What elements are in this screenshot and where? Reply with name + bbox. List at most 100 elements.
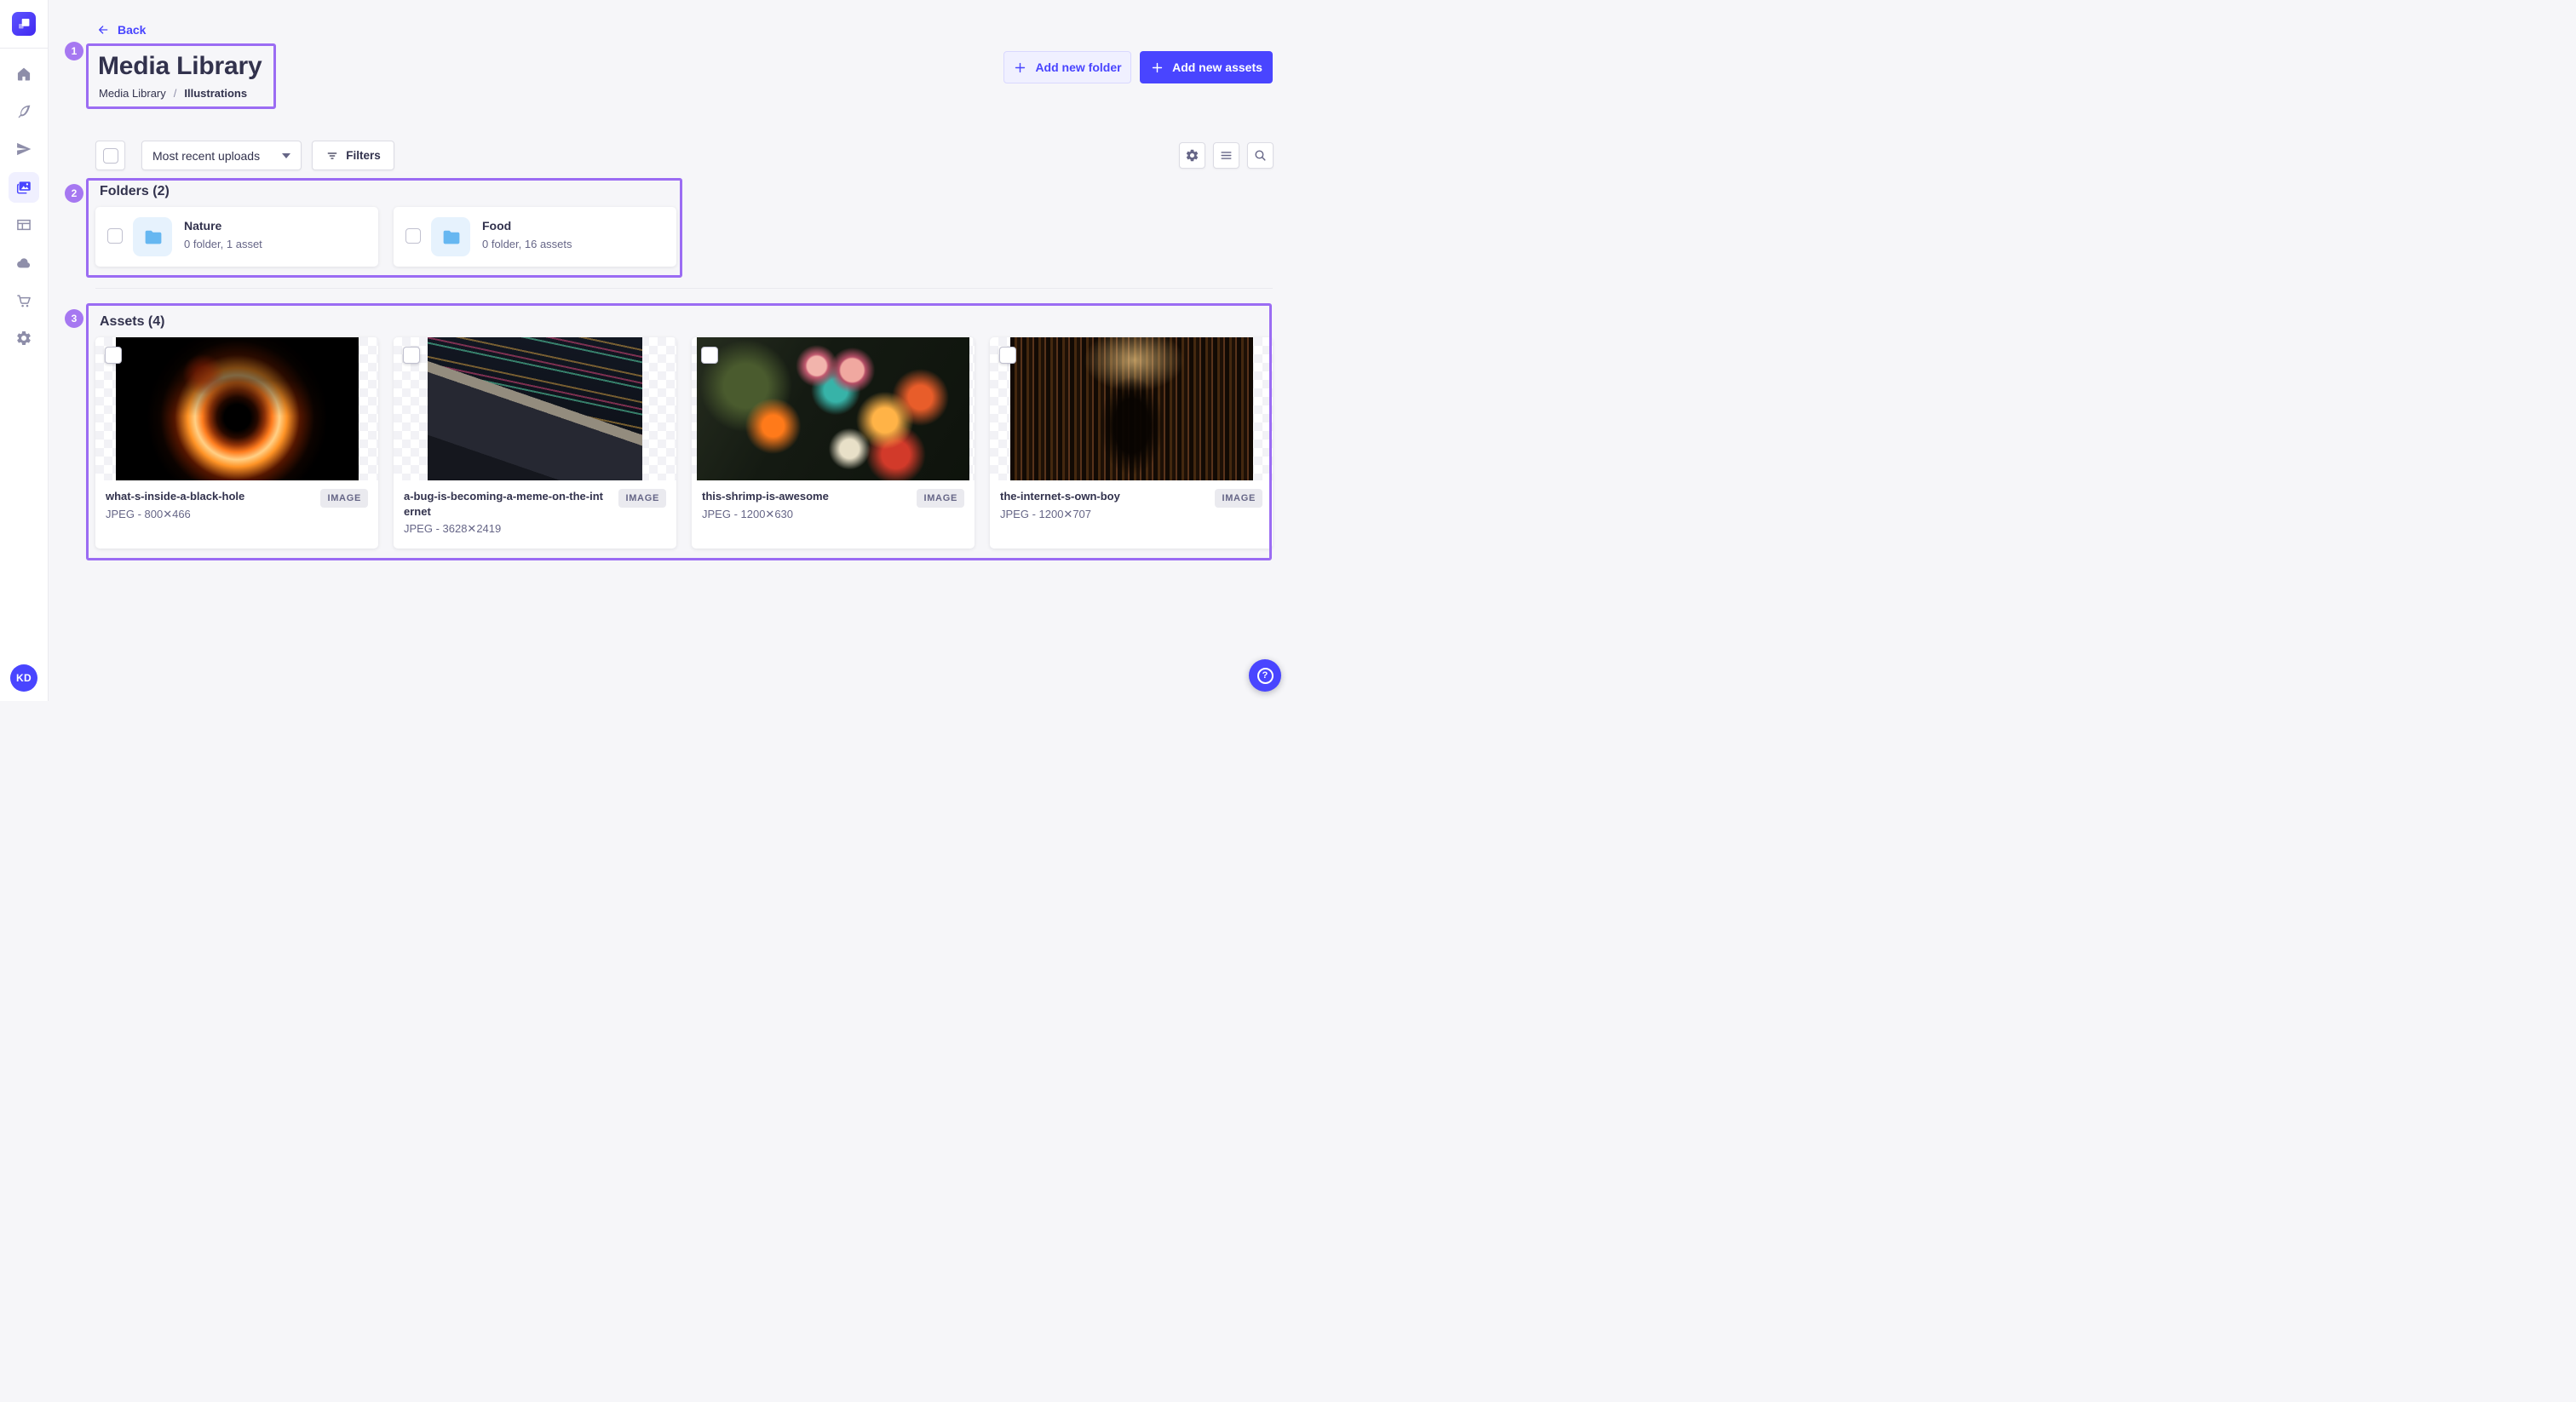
folder-meta: 0 folder, 1 asset <box>184 238 262 250</box>
folder-meta: 0 folder, 16 assets <box>482 238 572 250</box>
gear-icon <box>1185 148 1199 163</box>
pictures-icon <box>15 179 32 196</box>
list-icon <box>1219 148 1233 163</box>
sort-dropdown[interactable]: Most recent uploads <box>141 141 302 170</box>
gear-icon <box>15 330 32 347</box>
asset-type-badge: IMAGE <box>618 489 666 508</box>
cart-icon <box>15 292 32 309</box>
select-all-checkbox[interactable] <box>95 141 125 170</box>
asset-thumbnail <box>394 337 676 480</box>
folder-icon <box>142 227 164 248</box>
sidebar: KD <box>0 0 49 701</box>
sidebar-item-settings[interactable] <box>9 323 39 353</box>
sort-value: Most recent uploads <box>152 149 260 163</box>
breadcrumb-separator: / <box>174 87 177 100</box>
folder-checkbox[interactable] <box>107 228 123 244</box>
media-settings-button[interactable] <box>1179 142 1205 169</box>
help-button[interactable]: ? <box>1249 659 1281 692</box>
sidebar-item-content-type-builder[interactable] <box>9 210 39 240</box>
asset-thumbnail <box>95 337 378 480</box>
search-button[interactable] <box>1247 142 1274 169</box>
paper-plane-icon <box>15 141 32 158</box>
assets-heading: Assets (4) <box>100 314 164 330</box>
mantis-shrimp-photo <box>697 337 969 480</box>
asset-thumbnail <box>990 337 1273 480</box>
asset-checkbox[interactable] <box>701 347 718 364</box>
back-label: Back <box>118 23 146 37</box>
asset-meta: JPEG - 1200✕707 <box>1000 508 1262 521</box>
back-link[interactable]: Back <box>96 23 146 37</box>
folders-heading: Folders (2) <box>100 184 170 199</box>
arrow-left-icon <box>96 23 110 37</box>
list-view-button[interactable] <box>1213 142 1239 169</box>
laptop-code-photo <box>428 337 642 480</box>
annotation-badge-3: 3 <box>65 309 83 328</box>
sidebar-item-content-manager[interactable] <box>9 96 39 127</box>
folder-tile <box>431 217 470 256</box>
breadcrumb-current: Illustrations <box>184 87 247 100</box>
cloud-icon <box>15 255 32 272</box>
add-new-folder-label: Add new folder <box>1035 60 1121 74</box>
asset-checkbox[interactable] <box>105 347 122 364</box>
asset-card[interactable]: a-bug-is-becoming-a-meme-on-the-internet… <box>394 337 676 549</box>
asset-thumbnail <box>692 337 975 480</box>
asset-info: this-shrimp-is-awesome JPEG - 1200✕630 I… <box>692 480 975 549</box>
asset-info: what-s-inside-a-black-hole JPEG - 800✕46… <box>95 480 378 549</box>
asset-meta: JPEG - 1200✕630 <box>702 508 964 521</box>
asset-card[interactable]: the-internet-s-own-boy JPEG - 1200✕707 I… <box>990 337 1273 549</box>
add-new-assets-label: Add new assets <box>1172 60 1262 74</box>
chevron-down-icon <box>282 153 290 158</box>
add-new-assets-button[interactable]: Add new assets <box>1140 51 1273 83</box>
search-icon <box>1253 148 1268 163</box>
asset-card[interactable]: this-shrimp-is-awesome JPEG - 1200✕630 I… <box>692 337 975 549</box>
asset-title: what-s-inside-a-black-hole <box>106 489 307 504</box>
home-icon <box>15 66 32 83</box>
annotation-badge-2: 2 <box>65 184 83 203</box>
strapi-logo-icon[interactable] <box>12 12 36 36</box>
user-avatar[interactable]: KD <box>10 664 37 692</box>
sidebar-item-cloud[interactable] <box>9 248 39 279</box>
asset-checkbox[interactable] <box>999 347 1016 364</box>
folder-card-nature[interactable]: Nature 0 folder, 1 asset <box>95 207 378 267</box>
asset-title: this-shrimp-is-awesome <box>702 489 903 504</box>
feather-icon <box>15 103 32 120</box>
sidebar-item-media-library[interactable] <box>9 172 39 203</box>
folder-checkbox[interactable] <box>405 228 421 244</box>
sidebar-item-home[interactable] <box>9 59 39 89</box>
folder-card-food[interactable]: Food 0 folder, 16 assets <box>394 207 676 267</box>
filter-icon <box>325 149 339 163</box>
breadcrumb-parent[interactable]: Media Library <box>99 87 166 100</box>
page-title: Media Library <box>98 52 262 81</box>
asset-card[interactable]: what-s-inside-a-black-hole JPEG - 800✕46… <box>95 337 378 549</box>
asset-title: the-internet-s-own-boy <box>1000 489 1201 504</box>
sidebar-item-marketplace[interactable] <box>9 285 39 316</box>
add-new-folder-button[interactable]: Add new folder <box>1003 51 1131 83</box>
folder-name: Food <box>482 219 511 233</box>
breadcrumb: Media Library / Illustrations <box>99 87 247 100</box>
asset-checkbox[interactable] <box>403 347 420 364</box>
layout-icon <box>15 216 32 233</box>
asset-type-badge: IMAGE <box>320 489 368 508</box>
asset-type-badge: IMAGE <box>1215 489 1262 508</box>
asset-info: the-internet-s-own-boy JPEG - 1200✕707 I… <box>990 480 1273 549</box>
section-divider <box>95 288 1273 289</box>
asset-title: a-bug-is-becoming-a-meme-on-the-internet <box>404 489 605 519</box>
asset-meta: JPEG - 3628✕2419 <box>404 522 666 536</box>
folder-icon <box>440 227 462 248</box>
sidebar-divider <box>0 48 49 49</box>
folder-tile <box>133 217 172 256</box>
asset-info: a-bug-is-becoming-a-meme-on-the-internet… <box>394 480 676 549</box>
filters-label: Filters <box>346 149 381 162</box>
asset-type-badge: IMAGE <box>917 489 964 508</box>
sidebar-item-releases[interactable] <box>9 134 39 164</box>
library-portrait-photo <box>1010 337 1253 480</box>
checkbox <box>103 148 118 164</box>
asset-meta: JPEG - 800✕466 <box>106 508 368 521</box>
black-hole-photo <box>116 337 359 480</box>
plus-icon <box>1150 60 1164 75</box>
strapi-logo-glyph <box>14 14 33 33</box>
plus-icon <box>1013 60 1027 75</box>
annotation-badge-1: 1 <box>65 42 83 60</box>
filters-button[interactable]: Filters <box>312 141 394 170</box>
question-mark-icon: ? <box>1257 668 1274 684</box>
